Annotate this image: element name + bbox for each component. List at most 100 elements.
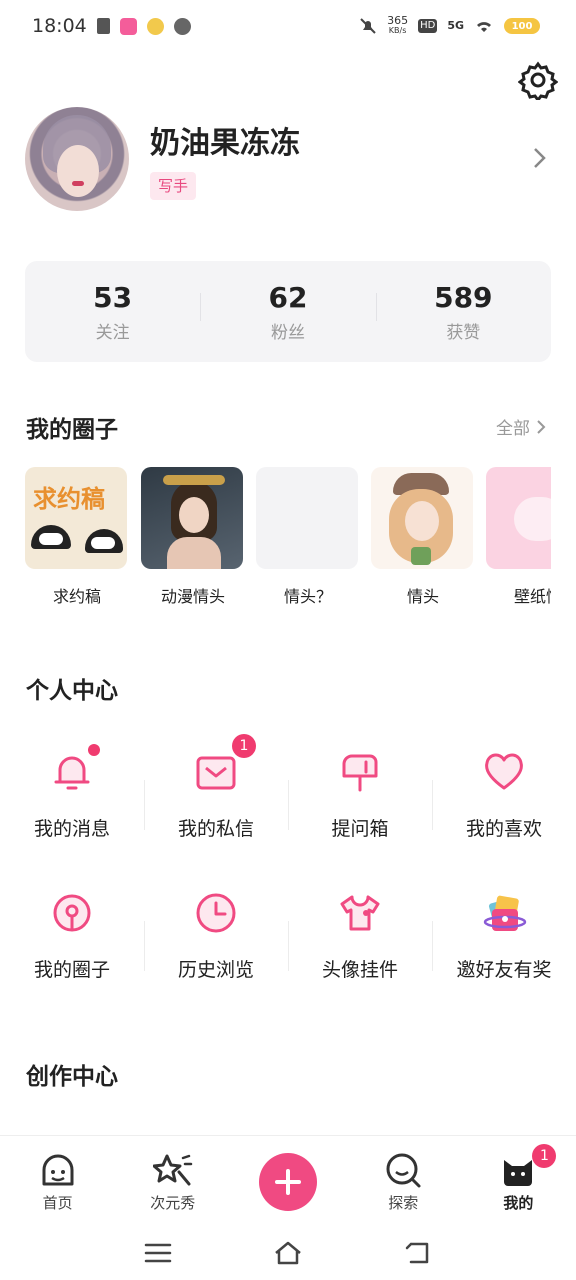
net-speed-unit: KB/s	[388, 26, 407, 35]
avatar[interactable]	[25, 107, 129, 211]
back-icon[interactable]	[403, 1240, 433, 1266]
chevron-right-icon[interactable]	[532, 146, 548, 170]
settings-gear-icon[interactable]	[518, 60, 558, 100]
tab-cosplay-show[interactable]: 次元秀	[115, 1136, 230, 1225]
emoji-notification-icon	[146, 17, 164, 35]
circle-thumb	[371, 467, 473, 569]
menu-label: 邀好友有奖	[456, 959, 552, 981]
circle-item[interactable]: 情头	[371, 467, 475, 607]
personal-center-row-2: 我的圈子 历史浏览 头像挂件 邀好友有奖	[0, 889, 576, 999]
me-icon: 1	[498, 1144, 557, 1190]
signal-indicator: 5G	[447, 19, 464, 32]
stat-value: 62	[268, 280, 308, 314]
circle-thumb	[141, 467, 243, 569]
circle-item[interactable]: 求约稿 求约稿	[25, 467, 129, 607]
heart-icon	[480, 748, 528, 796]
menu-label: 我的圈子	[33, 959, 110, 981]
menu-label: 我的喜欢	[465, 818, 542, 840]
menu-question-box[interactable]: 提问箱	[288, 748, 432, 858]
tab-me[interactable]: 1 我的	[461, 1136, 576, 1225]
menu-my-circles[interactable]: 我的圈子	[0, 889, 144, 999]
menu-my-likes[interactable]: 我的喜欢	[432, 748, 576, 858]
wifi-icon	[477, 22, 491, 32]
unread-dot	[88, 744, 100, 756]
menu-label: 头像挂件	[321, 959, 398, 981]
menu-label: 历史浏览	[177, 959, 254, 981]
menu-icon[interactable]	[143, 1240, 173, 1266]
circle-thumb	[256, 467, 358, 569]
menu-label: 我的私信	[177, 818, 254, 840]
explore-icon	[383, 1150, 423, 1190]
role-badge: 写手	[150, 172, 197, 200]
circle-icon	[48, 889, 96, 937]
mailbox-icon	[336, 748, 384, 796]
username: 奶油果冻冻	[150, 126, 300, 161]
circle-label: 情头？	[283, 587, 332, 606]
clipboard-icon	[96, 18, 110, 34]
stat-label: 粉丝	[270, 322, 305, 343]
menu-avatar-pendant[interactable]: 头像挂件	[288, 889, 432, 999]
menu-private-messages[interactable]: 1 我的私信	[144, 734, 288, 858]
circle-label: 动漫情头	[160, 587, 225, 606]
stat-following[interactable]: 53 关注	[25, 281, 200, 343]
circle-label: 求约稿	[52, 587, 101, 606]
status-time: 18:04	[32, 15, 87, 37]
stat-value: 53	[93, 280, 133, 314]
tab-badge: 1	[532, 1144, 557, 1168]
thumb-text: 求约稿	[33, 485, 105, 513]
plus-icon	[259, 1153, 317, 1211]
circle-label: 情头	[406, 587, 439, 606]
tab-label: 首页	[42, 1194, 73, 1212]
stat-followers[interactable]: 62 粉丝	[200, 281, 375, 343]
stat-label: 关注	[95, 322, 130, 343]
circle-item[interactable]: 壁纸情	[486, 467, 551, 607]
home-icon[interactable]	[273, 1240, 303, 1266]
unread-badge: 1	[232, 734, 256, 758]
shirt-icon	[336, 889, 384, 937]
stats-panel: 53 关注 62 粉丝 589 获赞	[25, 261, 551, 362]
battery-indicator: 100	[504, 18, 540, 34]
stat-likes[interactable]: 589 获赞	[375, 280, 551, 343]
app-notification-icon	[119, 17, 137, 35]
my-circles-title: 我的圈子	[26, 417, 118, 443]
net-speed-value: 365	[387, 14, 409, 27]
see-all-link[interactable]: 全部	[496, 414, 546, 439]
personal-center-title: 个人中心	[26, 678, 118, 704]
tab-explore[interactable]: 探索	[346, 1136, 461, 1225]
system-nav-bar	[0, 1225, 576, 1280]
personal-center-row-1: 我的消息 1 我的私信 提问箱 我的喜欢	[0, 734, 576, 858]
menu-label: 我的消息	[33, 818, 110, 840]
creator-center-title: 创作中心	[26, 1064, 118, 1090]
menu-my-messages[interactable]: 我的消息	[0, 744, 144, 858]
status-bar: 18:04 365 KB/s HD 5G 100	[0, 0, 576, 52]
net-speed: 365 KB/s	[387, 14, 409, 36]
tab-label: 探索	[388, 1194, 419, 1212]
circle-item[interactable]: 情头？	[256, 467, 360, 607]
chevron-right-icon	[537, 419, 546, 434]
circles-carousel[interactable]: 求约稿 求约稿 动漫情头 情头？ 情头 壁纸情	[25, 467, 551, 607]
menu-invite-friends[interactable]: 邀好友有奖	[432, 889, 576, 999]
tab-create[interactable]	[230, 1136, 345, 1225]
stat-label: 获赞	[446, 322, 481, 343]
bottom-tab-bar: 首页 次元秀 探索 1 我的	[0, 1135, 576, 1225]
tab-home[interactable]: 首页	[0, 1136, 115, 1225]
stat-value: 589	[434, 280, 493, 314]
mute-bell-icon	[360, 18, 376, 34]
clock-icon	[192, 889, 240, 937]
mail-icon: 1	[192, 734, 256, 796]
tab-label: 我的	[503, 1194, 534, 1212]
circle-item[interactable]: 动漫情头	[141, 467, 245, 607]
circle-thumb	[486, 467, 551, 569]
menu-history[interactable]: 历史浏览	[144, 889, 288, 999]
bell-icon	[48, 744, 100, 796]
menu-label: 提问箱	[331, 818, 389, 840]
see-all-label: 全部	[496, 419, 530, 439]
star-wand-icon	[152, 1150, 193, 1190]
circle-thumb: 求约稿	[25, 467, 127, 569]
home-face-icon	[38, 1150, 78, 1190]
compass-notification-icon	[173, 17, 191, 35]
hd-indicator: HD	[418, 19, 438, 33]
circle-label: 壁纸情	[513, 587, 551, 606]
tab-label: 次元秀	[150, 1194, 196, 1212]
gift-icon	[480, 889, 528, 937]
